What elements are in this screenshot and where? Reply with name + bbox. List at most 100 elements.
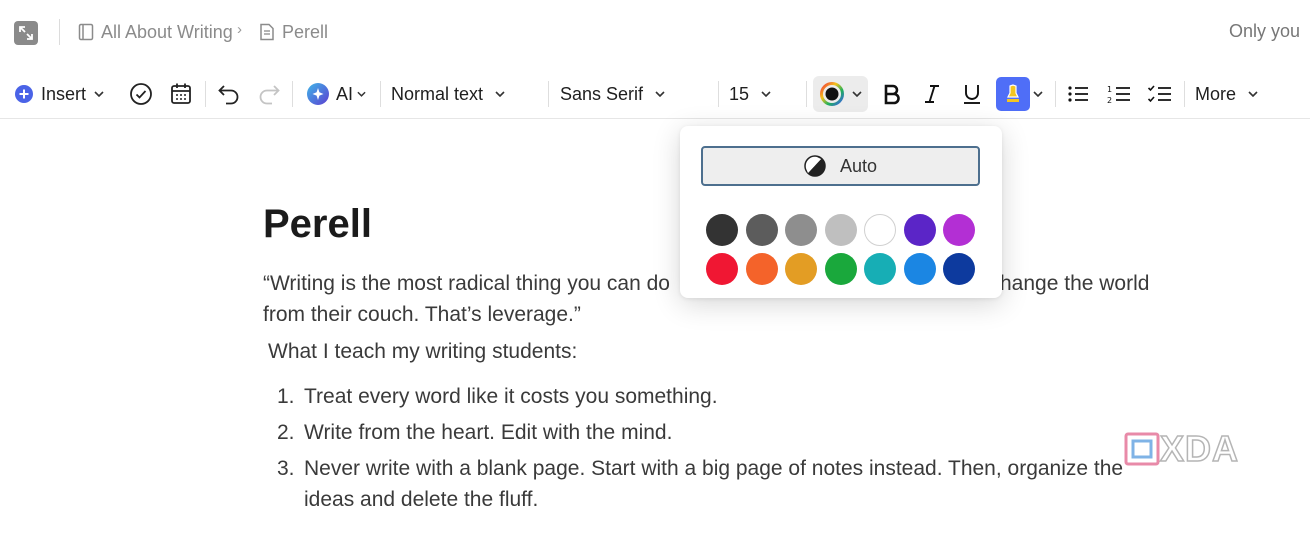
color-swatch[interactable] — [785, 253, 817, 285]
highlight-dropdown[interactable] — [1033, 70, 1043, 118]
underline-button[interactable] — [961, 70, 983, 118]
font-dropdown[interactable]: Sans Serif — [560, 70, 665, 118]
text-color-button[interactable] — [813, 76, 868, 112]
chevron-down-icon — [851, 91, 862, 97]
numbered-list-icon: 12 — [1107, 85, 1130, 105]
svg-text:1: 1 — [1107, 85, 1112, 94]
quote-line-1-tail: hange the world — [1000, 272, 1150, 295]
plus-circle-icon — [15, 85, 33, 103]
color-swatch[interactable] — [745, 253, 778, 285]
font-size-dropdown[interactable]: 15 — [729, 70, 771, 118]
color-swatch[interactable] — [785, 214, 817, 246]
color-swatch[interactable] — [864, 253, 896, 285]
xda-watermark: XDA — [1124, 427, 1240, 470]
xda-logo-icon — [1124, 432, 1160, 466]
sharing-status[interactable]: Only you — [1229, 21, 1300, 42]
divider — [205, 81, 206, 107]
list-item-text: Never write with a blank page. Start wit… — [304, 457, 1124, 511]
toolbar-border — [0, 118, 1310, 119]
breadcrumb-label: Perell — [282, 21, 329, 42]
list-item[interactable]: 1. Treat every word like it costs you som… — [263, 381, 1163, 412]
watermark-text: XDA — [1159, 427, 1240, 470]
color-swatch[interactable] — [943, 214, 975, 246]
breadcrumb-label: All About Writing — [101, 21, 233, 42]
insert-button[interactable]: Insert — [14, 70, 104, 118]
color-swatch[interactable] — [706, 253, 738, 285]
divider — [1184, 81, 1185, 107]
font-size-label: 15 — [729, 83, 750, 104]
color-swatch[interactable] — [706, 214, 738, 246]
date-button[interactable] — [170, 70, 192, 118]
toolbar: Insert AI Normal text Sans Serif 15 1 2 … — [0, 70, 1310, 118]
quote-line-1: “Writing is the most radical thing you c… — [263, 272, 670, 295]
list-item[interactable]: 2. Write from the heart. Edit with the mi… — [263, 417, 1163, 448]
chevron-down-icon — [1248, 91, 1258, 97]
divider — [1055, 81, 1056, 107]
bold-icon — [884, 84, 900, 105]
checklist-button[interactable] — [1147, 70, 1173, 118]
numbered-list-button[interactable]: 12 — [1106, 70, 1132, 118]
underline-icon — [964, 85, 980, 104]
chevron-down-icon — [655, 91, 665, 97]
ai-label: AI — [336, 83, 354, 104]
notebook-icon — [78, 23, 94, 41]
intro-paragraph[interactable]: What I teach my writing students: — [268, 340, 577, 364]
divider — [548, 81, 549, 107]
top-bar: All About Writing › Perell Only you — [0, 0, 1310, 62]
divider — [718, 81, 719, 107]
ai-button[interactable]: AI — [306, 70, 366, 118]
insert-label: Insert — [41, 83, 87, 104]
highlighter-icon — [1007, 84, 1019, 102]
more-label: More — [1195, 83, 1237, 104]
italic-icon — [925, 85, 939, 103]
color-swatch[interactable] — [903, 214, 936, 246]
auto-label: Auto — [839, 155, 878, 176]
breadcrumb-separator: › — [237, 21, 242, 38]
divider — [59, 19, 60, 45]
bold-button[interactable] — [882, 70, 902, 118]
check-circle-icon — [130, 83, 152, 105]
text-style-dropdown[interactable]: Normal text — [391, 70, 505, 118]
chevron-down-icon — [1033, 91, 1043, 97]
breadcrumb-page[interactable]: Perell — [259, 20, 328, 44]
list-number: 3. — [277, 457, 295, 480]
chevron-down-icon — [94, 91, 104, 97]
quote-line-2: from their couch. That’s leverage.” — [263, 303, 581, 326]
numbered-list: 1. Treat every word like it costs you som… — [263, 381, 1163, 520]
divider — [806, 81, 807, 107]
text-style-label: Normal text — [391, 83, 484, 104]
bullet-list-icon — [1068, 86, 1088, 102]
highlight-button[interactable] — [996, 77, 1030, 111]
undo-icon — [218, 85, 239, 105]
list-item[interactable]: 3. Never write with a blank page. Start w… — [263, 453, 1163, 515]
color-swatch[interactable] — [864, 214, 896, 246]
color-swatch[interactable] — [943, 253, 975, 285]
divider — [380, 81, 381, 107]
chevron-down-icon — [495, 91, 505, 97]
redo-button[interactable] — [257, 70, 281, 118]
color-swatch[interactable] — [745, 214, 778, 246]
color-swatch[interactable] — [824, 253, 857, 285]
font-label: Sans Serif — [560, 83, 644, 104]
list-item-text: Write from the heart. Edit with the mind… — [304, 421, 673, 444]
page-icon — [260, 23, 274, 41]
color-swatch[interactable] — [903, 253, 936, 285]
svg-text:2: 2 — [1107, 96, 1112, 105]
auto-color-button[interactable]: Auto — [701, 146, 980, 186]
expand-icon[interactable] — [14, 21, 38, 45]
redo-icon — [259, 85, 280, 105]
list-number: 1. — [277, 385, 295, 408]
text-color-popup: Auto — [680, 126, 1002, 298]
contrast-icon — [804, 155, 826, 177]
color-swatch[interactable] — [824, 214, 857, 246]
more-button[interactable]: More — [1195, 70, 1258, 118]
list-number: 2. — [277, 421, 295, 444]
undo-button[interactable] — [217, 70, 241, 118]
bullet-list-button[interactable] — [1066, 70, 1090, 118]
color-wheel-icon — [819, 82, 844, 106]
task-button[interactable] — [129, 70, 153, 118]
italic-button[interactable] — [922, 70, 942, 118]
breadcrumb-notebook[interactable]: All About Writing — [78, 20, 233, 44]
page-title[interactable]: Perell — [263, 202, 372, 247]
calendar-icon — [171, 83, 191, 104]
